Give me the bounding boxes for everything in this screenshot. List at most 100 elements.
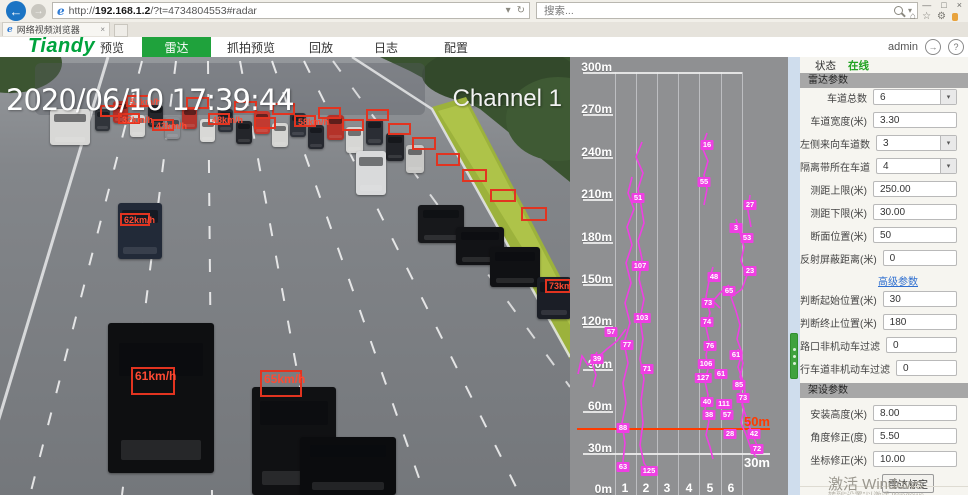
- settings-icon[interactable]: ⚙: [937, 11, 946, 22]
- select-chevron-icon[interactable]: ▾: [940, 159, 956, 173]
- nav-item[interactable]: 配置: [421, 37, 491, 57]
- field-label: 路口非机动车过滤: [800, 338, 880, 353]
- vehicle: [490, 247, 540, 287]
- detection-box: [462, 169, 487, 182]
- browser-back-button[interactable]: ←: [6, 1, 26, 21]
- detection-box: 65km/h: [260, 370, 302, 397]
- home-icon[interactable]: ⌂: [910, 11, 916, 22]
- detection-box: [412, 137, 436, 150]
- nav-item[interactable]: 雷达: [142, 37, 211, 57]
- select-chevron-icon[interactable]: ▾: [940, 90, 956, 104]
- field-value: 3.30: [880, 115, 899, 126]
- browser-forward-button[interactable]: →: [31, 4, 46, 19]
- detection-box: [318, 107, 341, 119]
- tab-bar: e 网络视频浏览器 ×: [0, 22, 968, 38]
- select-chevron-icon[interactable]: ▾: [940, 136, 956, 150]
- track-id-label: 55: [698, 177, 711, 187]
- field-input[interactable]: 10.00 ▾: [873, 451, 957, 467]
- forward-icon: →: [34, 6, 44, 17]
- search-icon[interactable]: [894, 6, 903, 15]
- notification-icon[interactable]: [952, 13, 958, 21]
- field-input[interactable]: 5.50 ▾: [873, 428, 957, 444]
- section-line-label: 50m: [744, 414, 770, 429]
- track-id-label: 16: [701, 140, 714, 150]
- tab-close-icon[interactable]: ×: [100, 25, 105, 34]
- nav-item[interactable]: 抓拍预览: [211, 37, 291, 57]
- field-input[interactable]: 3 ▾: [876, 135, 957, 151]
- field-row: 车道宽度(米) 3.30 ▾: [800, 112, 968, 128]
- search-input[interactable]: [542, 4, 894, 18]
- field-row: 行车道非机动车过滤 0 ▾: [800, 360, 968, 376]
- video-panel: 53km/h 32km/h 43km/h 48km/h: [0, 57, 570, 495]
- detection-box: [342, 119, 364, 131]
- field-input[interactable]: 30 ▾: [883, 291, 957, 307]
- nav-item[interactable]: 预览: [82, 37, 142, 57]
- field-input[interactable]: 180 ▾: [883, 314, 957, 330]
- track-id-label: 38: [703, 410, 716, 420]
- field-input[interactable]: 0 ▾: [886, 337, 957, 353]
- vehicle: [300, 437, 396, 495]
- track-id-label: 51: [632, 193, 645, 203]
- field-value: 8.00: [880, 408, 899, 419]
- track-id-label: 61: [730, 350, 743, 360]
- track-id-label: 72: [751, 444, 764, 454]
- vehicle: [308, 125, 324, 149]
- field-row: 隔离带所在车道 4 ▾: [800, 158, 968, 174]
- track-id-label: 125: [641, 466, 658, 476]
- field-label: 安装高度(米): [810, 406, 867, 421]
- maximize-button[interactable]: □: [941, 0, 946, 10]
- favorites-icon[interactable]: ☆: [922, 11, 931, 22]
- field-label: 坐标修正(米): [810, 452, 867, 467]
- field-input[interactable]: 0 ▾: [883, 250, 957, 266]
- field-input[interactable]: 6 ▾: [873, 89, 957, 105]
- ie-page-icon: e: [57, 4, 65, 18]
- params-panel: 状态 在线 雷达参数 车道总数 6 ▾ 车道宽度(米): [800, 57, 968, 495]
- nav-item[interactable]: 回放: [291, 37, 351, 57]
- status-label: 状态: [815, 58, 836, 73]
- field-label: 测距上限(米): [810, 182, 867, 197]
- vehicle: [108, 323, 214, 473]
- field-input[interactable]: 30.00 ▾: [873, 204, 957, 220]
- address-dropdown-icon[interactable]: ▾: [506, 5, 511, 16]
- search-box[interactable]: ▾: [536, 2, 918, 19]
- panel-collapse-handle[interactable]: [790, 333, 798, 379]
- track-id-label: 73: [702, 298, 715, 308]
- url-host: 192.168.1.2: [95, 5, 150, 17]
- track-id-label: 76: [704, 341, 717, 351]
- nav-item-label: 预览: [100, 39, 124, 56]
- section-header-radar: 雷达参数: [800, 73, 968, 88]
- nav-item[interactable]: 日志: [351, 37, 421, 57]
- help-icon[interactable]: ?: [948, 39, 964, 55]
- detection-box: 58km/h: [294, 115, 316, 127]
- track-id-label: 57: [721, 410, 734, 420]
- address-bar[interactable]: e http://192.168.1.2/?t=4734804553#radar…: [52, 2, 530, 19]
- field-input[interactable]: 250.00 ▾: [873, 181, 957, 197]
- minimize-button[interactable]: —: [922, 0, 931, 10]
- refresh-icon[interactable]: ↻: [517, 5, 525, 16]
- field-input[interactable]: 0 ▾: [896, 360, 957, 376]
- detection-speed-label: 43km/h: [156, 121, 187, 131]
- logout-icon[interactable]: →: [925, 39, 941, 55]
- field-value: 4: [883, 161, 889, 172]
- close-button[interactable]: ×: [957, 0, 962, 10]
- track-id-label: 23: [744, 266, 757, 276]
- track-id-label: 74: [701, 317, 714, 327]
- field-row: 左侧来向车道数 3 ▾: [800, 135, 968, 151]
- track-id-label: 63: [617, 462, 630, 472]
- field-row: 断面位置(米) 50 ▾: [800, 227, 968, 243]
- track-id-label: 28: [724, 429, 737, 439]
- nav-menu: 预览 雷达 抓拍预览 回放 日志 配置: [82, 37, 491, 57]
- nav-item-label: 雷达: [164, 39, 188, 56]
- new-tab-button[interactable]: [114, 24, 128, 37]
- advanced-params-link[interactable]: 高级参数: [878, 277, 918, 288]
- field-row: 判断起始位置(米) 30 ▾: [800, 291, 968, 307]
- main-content: 53km/h 32km/h 43km/h 48km/h: [0, 57, 968, 495]
- browser-tab[interactable]: e 网络视频浏览器 ×: [2, 22, 110, 36]
- field-input[interactable]: 8.00 ▾: [873, 405, 957, 421]
- field-row: 测距下限(米) 30.00 ▾: [800, 204, 968, 220]
- track-id-label: 88: [617, 423, 630, 433]
- field-value: 0: [893, 340, 899, 351]
- field-input[interactable]: 50 ▾: [873, 227, 957, 243]
- field-input[interactable]: 4 ▾: [876, 158, 957, 174]
- field-input[interactable]: 3.30 ▾: [873, 112, 957, 128]
